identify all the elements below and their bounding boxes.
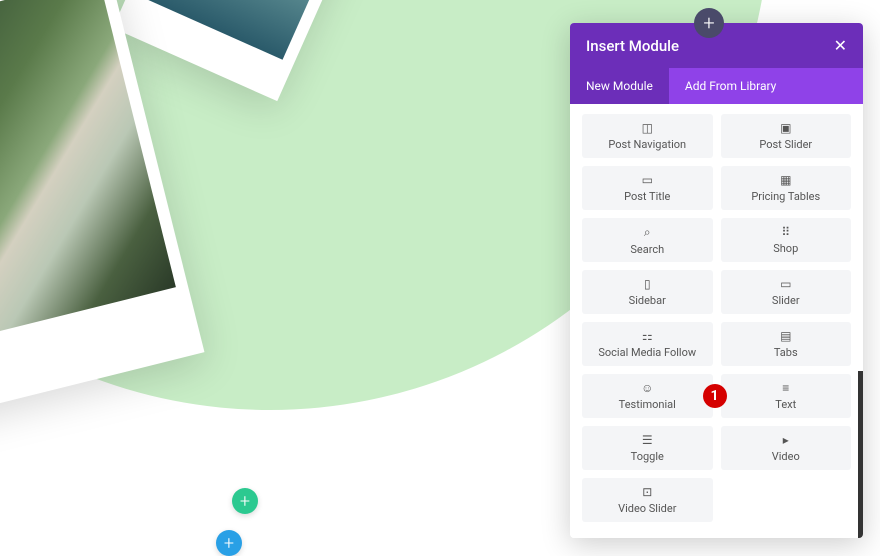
module-label: Testimonial (619, 398, 676, 411)
module-label: Social Media Follow (598, 346, 696, 359)
module-tabs[interactable]: ▤ Tabs (721, 322, 852, 366)
module-pricing-tables[interactable]: ▦ Pricing Tables (721, 166, 852, 210)
add-section-button[interactable]: + (232, 488, 258, 514)
add-module-button[interactable]: + (694, 8, 724, 38)
module-icon: ☰ (642, 433, 653, 447)
module-video-slider[interactable]: ⊡ Video Slider (582, 478, 713, 522)
module-post-title[interactable]: ▭ Post Title (582, 166, 713, 210)
module-label: Shop (773, 242, 798, 255)
module-sidebar[interactable]: ▯ Sidebar (582, 270, 713, 314)
module-video[interactable]: ▸ Video (721, 426, 852, 470)
module-icon: ▭ (780, 277, 791, 291)
module-testimonial[interactable]: ☺ Testimonial (582, 374, 713, 418)
module-shop[interactable]: ⠿ Shop (721, 218, 852, 262)
close-icon[interactable]: ✕ (834, 36, 847, 55)
insert-module-modal: Insert Module ✕ New Module Add From Libr… (570, 23, 863, 538)
modal-body: ◫ Post Navigation ▣ Post Slider ▭ Post Title ▦… (570, 104, 863, 538)
tab-add-from-library[interactable]: Add From Library (669, 68, 792, 104)
module-icon: ▣ (780, 121, 791, 135)
module-toggle[interactable]: ☰ Toggle (582, 426, 713, 470)
modal-tabs: New Module Add From Library (570, 68, 863, 104)
module-icon: ≡ (782, 381, 789, 395)
module-icon: ▭ (642, 173, 653, 187)
module-label: Video Slider (618, 502, 676, 515)
module-icon: ☺ (641, 381, 653, 395)
module-label: Post Navigation (608, 138, 686, 151)
module-icon: ⌕ (644, 225, 651, 240)
module-label: Search (630, 243, 664, 256)
module-label: Pricing Tables (751, 190, 820, 203)
module-label: Slider (772, 294, 800, 307)
module-icon: ▤ (780, 329, 791, 343)
annotation-marker: 1 (703, 384, 727, 408)
module-social-media-follow[interactable]: ⚏ Social Media Follow (582, 322, 713, 366)
module-label: Toggle (631, 450, 664, 463)
module-label: Video (772, 450, 800, 463)
module-icon: ▸ (783, 433, 789, 447)
module-icon: ⚏ (642, 329, 653, 343)
module-search[interactable]: ⌕ Search (582, 218, 713, 262)
module-label: Sidebar (629, 294, 666, 307)
add-row-button[interactable]: + (216, 530, 242, 556)
modal-title: Insert Module (586, 37, 679, 55)
module-label: Tabs (774, 346, 798, 359)
module-text[interactable]: ≡Text1 (721, 374, 852, 418)
module-icon: ◫ (642, 121, 653, 135)
tab-new-module[interactable]: New Module (570, 68, 669, 104)
scrollbar-thumb[interactable] (858, 371, 863, 538)
module-grid: ◫ Post Navigation ▣ Post Slider ▭ Post Title ▦… (582, 114, 851, 522)
module-icon: ▦ (780, 173, 791, 187)
module-label: Post Title (624, 190, 670, 203)
module-label: Text (775, 398, 796, 411)
module-slider[interactable]: ▭ Slider (721, 270, 852, 314)
module-icon: ▯ (644, 277, 651, 291)
module-post-slider[interactable]: ▣ Post Slider (721, 114, 852, 158)
module-icon: ⊡ (642, 485, 652, 499)
module-icon: ⠿ (781, 225, 790, 239)
module-label: Post Slider (759, 138, 812, 151)
module-post-navigation[interactable]: ◫ Post Navigation (582, 114, 713, 158)
